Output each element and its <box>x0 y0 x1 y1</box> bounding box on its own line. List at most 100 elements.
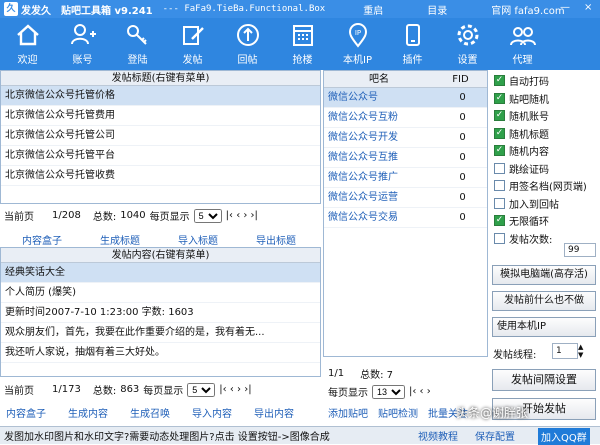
list-item[interactable]: 北京微信公众号托管收费 <box>1 166 320 186</box>
pager-nav-icons[interactable]: |‹ ‹ › ›| <box>219 384 251 395</box>
minimize-button[interactable]: — <box>560 2 570 13</box>
toolbar-grab-button[interactable]: 抢楼 <box>275 18 330 70</box>
option-checkbox[interactable]: ✓ 随机账号 <box>491 107 599 125</box>
post-title-list[interactable]: 发帖标题(右键有菜单) 北京微信公众号托管价格 北京微信公众号托管费用 北京微信… <box>0 70 321 204</box>
list-item[interactable]: 北京微信公众号托管公司 <box>1 126 320 146</box>
thread-count-input[interactable]: 1 <box>552 343 578 359</box>
close-button[interactable]: × <box>584 2 592 13</box>
puzzle-icon <box>405 24 420 46</box>
toolbar-reply-button[interactable]: 回帖 <box>220 18 275 70</box>
option-checkbox[interactable]: ✓ 无限循环 <box>491 212 599 230</box>
bar-row[interactable]: 微信公众号 0 <box>324 88 487 108</box>
bar-row[interactable]: 微信公众号交易 0 <box>324 208 487 228</box>
generate-content-link[interactable]: 生成内容 <box>68 405 108 420</box>
toolbar: 欢迎 账号 登陆 发帖 回帖 抢楼 IP 本机IP 插件 设置 代理 <box>0 18 600 70</box>
bar-list[interactable]: 吧名 FID 微信公众号 0 微信公众号互粉 0 微信公众号开发 0 微信公众号互推 0 微信公… <box>323 70 488 357</box>
option-checkbox[interactable]: 跳绘证码 <box>491 160 599 178</box>
export-title-link[interactable]: 导出标题 <box>256 232 296 247</box>
option-checkbox[interactable]: ✓ 随机内容 <box>491 142 599 160</box>
thread-count-label: 发帖线程: <box>493 350 537 361</box>
option-checkbox[interactable]: ✓ 随机标题 <box>491 125 599 143</box>
list-item[interactable]: 观众朋友们，首先，我要在此作重要介绍的是，我有着无... <box>1 323 320 343</box>
client-mode-select[interactable]: 模拟电脑端(高存活) <box>492 265 596 285</box>
option-checkbox[interactable]: 用签名档(网页端) <box>491 177 599 195</box>
bar-fid: 0 <box>459 192 466 203</box>
toolbar-login-button[interactable]: 登陆 <box>110 18 165 70</box>
proxy-icon <box>509 27 536 46</box>
option-label: 贴吧随机 <box>509 94 549 106</box>
checked-icon: ✓ <box>494 215 505 227</box>
bar-row[interactable]: 微信公众号互推 0 <box>324 148 487 168</box>
website-link[interactable]: 官网 fafa9.com <box>491 2 564 17</box>
bar-name: 微信公众号运营 <box>328 192 398 203</box>
bar-fid: 0 <box>459 112 466 123</box>
list-item[interactable]: 经典笑话大全 <box>1 263 320 283</box>
post-content-list[interactable]: 发帖内容(右键有菜单) 经典笑话大全 个人简历 (爆笑) 更新时间2007-7-… <box>0 247 321 377</box>
post-count-input[interactable]: 99 <box>564 243 596 257</box>
svg-text:IP: IP <box>354 29 360 37</box>
restart-link[interactable]: 重启 <box>363 2 383 17</box>
option-label: 自动打码 <box>509 77 549 89</box>
unchecked-icon <box>494 232 505 244</box>
content-box-link[interactable]: 内容盒子 <box>6 405 46 420</box>
per-page-select[interactable]: 5 <box>187 382 216 397</box>
join-qq-group-button[interactable]: 加入QQ群 <box>538 428 590 445</box>
status-bar: 发图加水印图片和水印文字?需要动态处理图片?点击 设置按钮->图像合成 视频教程… <box>0 426 600 445</box>
bar-row[interactable]: 微信公众号推广 0 <box>324 168 487 188</box>
directory-link[interactable]: 目录 <box>427 2 447 17</box>
video-tutorial-link[interactable]: 视频教程 <box>418 428 458 443</box>
per-page-select[interactable]: 5 <box>193 208 222 223</box>
list-item[interactable]: 北京微信公众号托管平台 <box>1 146 320 166</box>
option-label: 发帖次数: <box>509 234 553 246</box>
option-label: 随机账号 <box>509 112 549 124</box>
generate-title-link[interactable]: 生成标题 <box>100 232 140 247</box>
option-checkbox[interactable]: ✓ 贴吧随机 <box>491 90 599 108</box>
bar-row[interactable]: 微信公众号开发 0 <box>324 128 487 148</box>
app-title: 贴吧工具箱 v9.241 <box>61 5 153 17</box>
bar-row[interactable]: 微信公众号互粉 0 <box>324 108 487 128</box>
per-page-select[interactable]: 13 <box>372 384 405 399</box>
bar-name: 微信公众号 <box>328 92 378 103</box>
option-checkbox[interactable]: 加入到回帖 <box>491 195 599 213</box>
save-config-link[interactable]: 保存配置 <box>475 428 515 443</box>
list-item[interactable]: 北京微信公众号托管费用 <box>1 106 320 126</box>
ip-mode-select[interactable]: 使用本机IP <box>492 317 596 337</box>
option-label: 随机内容 <box>509 147 549 159</box>
pager-nav-icons[interactable]: |‹ ‹ › <box>409 386 431 397</box>
content-box-link[interactable]: 内容盒子 <box>22 232 62 247</box>
checked-icon: ✓ <box>494 110 505 122</box>
checked-icon: ✓ <box>494 127 505 139</box>
toolbar-proxy-button[interactable]: 代理 <box>495 18 550 70</box>
post-content-header: 发帖内容(右键有菜单) <box>1 248 320 263</box>
bar-fid: 0 <box>459 212 466 223</box>
toolbar-settings-button[interactable]: 设置 <box>440 18 495 70</box>
checked-icon: ✓ <box>494 75 505 87</box>
generate-summon-link[interactable]: 生成召唤 <box>130 405 170 420</box>
post-title-links: 内容盒子 生成标题 导入标题 导出标题 <box>22 232 296 247</box>
bar-name: 微信公众号互粉 <box>328 112 398 123</box>
toolbar-plugin-button[interactable]: 插件 <box>385 18 440 70</box>
option-label: 用签名档(网页端) <box>509 182 587 194</box>
toolbar-post-button[interactable]: 发帖 <box>165 18 220 70</box>
thread-stepper[interactable]: ▲ ▼ <box>578 343 588 359</box>
pre-post-action-select[interactable]: 发帖前什么也不做 <box>492 291 596 311</box>
pager-nav-icons[interactable]: |‹ ‹ › ›| <box>226 210 258 221</box>
toolbar-welcome-button[interactable]: 欢迎 <box>0 18 55 70</box>
list-item[interactable]: 个人简历 (爆笑) <box>1 283 320 303</box>
check-bar-link[interactable]: 贴吧检测 <box>378 405 418 420</box>
post-interval-button[interactable]: 发帖间隔设置 <box>492 369 596 391</box>
export-content-link[interactable]: 导出内容 <box>254 405 294 420</box>
option-checkbox[interactable]: ✓ 自动打码 <box>491 72 599 90</box>
add-bar-link[interactable]: 添加贴吧 <box>328 405 368 420</box>
toolbar-account-button[interactable]: 账号 <box>55 18 110 70</box>
import-content-link[interactable]: 导入内容 <box>192 405 232 420</box>
list-item[interactable]: 我还听人家说，抽烟有着三大好处。 <box>1 343 320 363</box>
bar-name: 微信公众号开发 <box>328 132 398 143</box>
list-item[interactable]: 北京微信公众号托管价格 <box>1 86 320 106</box>
toolbar-local-ip-button[interactable]: IP 本机IP <box>330 18 385 70</box>
upload-icon <box>236 24 259 46</box>
app-logo-icon: 久 <box>4 2 18 16</box>
import-title-link[interactable]: 导入标题 <box>178 232 218 247</box>
list-item[interactable]: 更新时间2007-7-10 1:23:00 字数: 1603 <box>1 303 320 323</box>
bar-row[interactable]: 微信公众号运营 0 <box>324 188 487 208</box>
